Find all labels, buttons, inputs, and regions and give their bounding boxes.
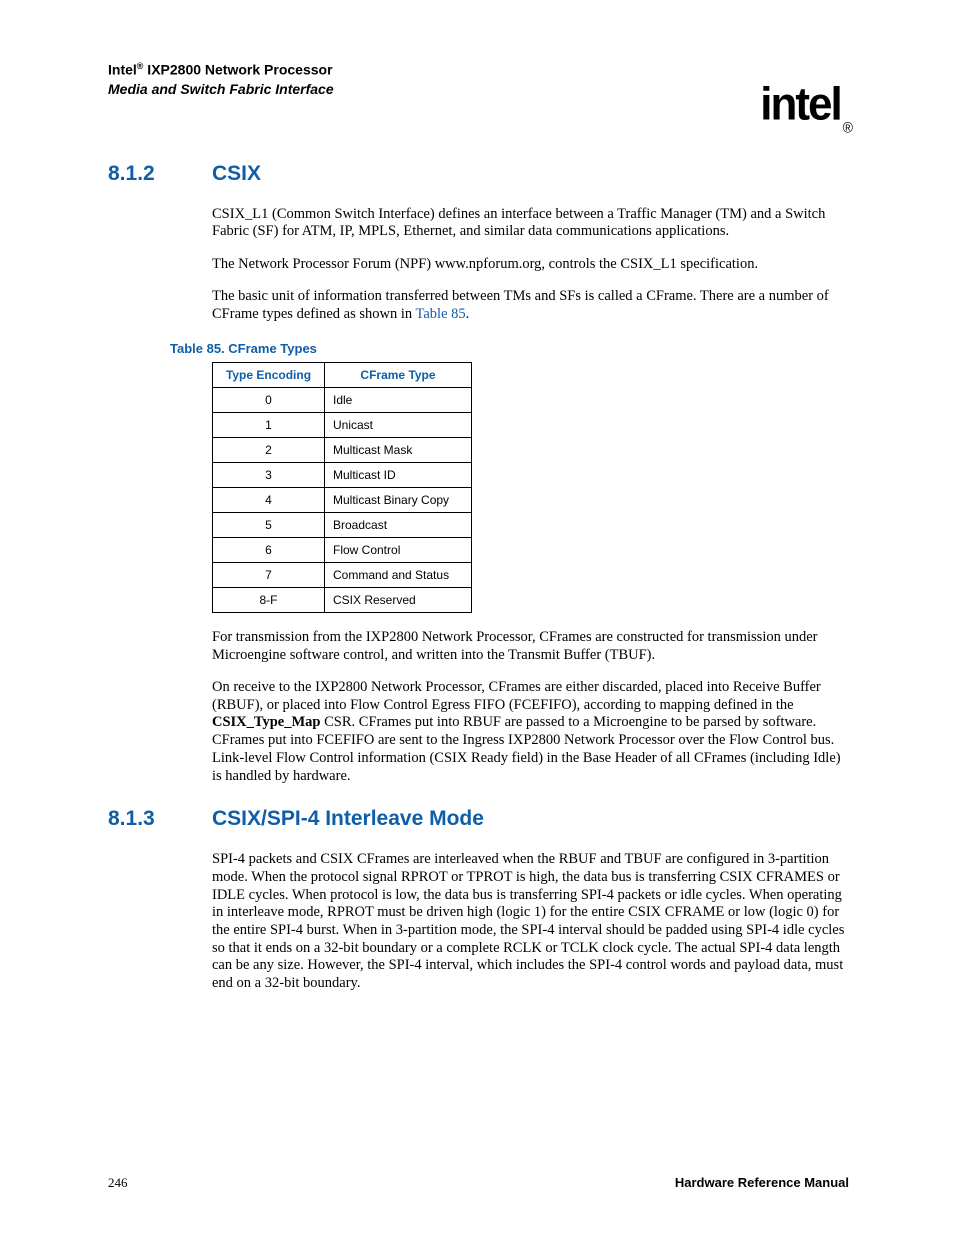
paragraph-text: . [466, 306, 470, 322]
section-heading: 8.1.2CSIX [108, 162, 849, 186]
table-row: 2Multicast Mask [213, 438, 472, 463]
table-cell: Multicast Mask [325, 438, 472, 463]
table-cell: 6 [213, 538, 325, 563]
paragraph: The basic unit of information transferre… [212, 288, 849, 323]
table-cell: Flow Control [325, 538, 472, 563]
table-row: 6Flow Control [213, 538, 472, 563]
table-cell: Broadcast [325, 513, 472, 538]
table-header-cell: Type Encoding [213, 363, 325, 388]
table-row: 1Unicast [213, 413, 472, 438]
table-cell: Multicast Binary Copy [325, 488, 472, 513]
page-footer: 246 Hardware Reference Manual [108, 1175, 849, 1191]
table-cell: 4 [213, 488, 325, 513]
header-text-block: Intel® IXP2800 Network Processor Media a… [108, 60, 334, 98]
page-number: 246 [108, 1175, 128, 1191]
document-page: Intel ® IXP2800 Network Processor Media a… [0, 0, 954, 1235]
section-title: CSIX [212, 162, 261, 185]
paragraph: For transmission from the IXP2800 Networ… [212, 629, 849, 664]
table-cell: 0 [213, 388, 325, 413]
paragraph: The Network Processor Forum (NPF) www.np… [212, 256, 849, 274]
logo-text: intel [760, 79, 840, 130]
table-cell: Multicast ID [325, 463, 472, 488]
paragraph: SPI-4 packets and CSIX CFrames are inter… [212, 851, 849, 993]
table-cell: 2 [213, 438, 325, 463]
csr-name: CSIX_Type_Map [212, 714, 321, 730]
paragraph-text: The basic unit of information transferre… [212, 288, 829, 322]
table-row: 7Command and Status [213, 563, 472, 588]
header-subtitle: Media and Switch Fabric Interface [108, 81, 334, 97]
page-header: Intel® IXP2800 Network Processor Media a… [108, 60, 849, 112]
table-cell: 7 [213, 563, 325, 588]
table-caption: Table 85. CFrame Types [170, 341, 849, 356]
table-cell: Idle [325, 388, 472, 413]
table-reference-link[interactable]: Table 85 [416, 306, 466, 322]
cframe-types-table: Type Encoding CFrame Type 0Idle 1Unicast… [212, 362, 472, 613]
table-cell: 1 [213, 413, 325, 438]
section-number: 8.1.2 [108, 162, 212, 186]
intel-logo: intel® [760, 79, 849, 133]
paragraph-text: On receive to the IXP2800 Network Proces… [212, 679, 821, 713]
table-cell: Unicast [325, 413, 472, 438]
table-row: 4Multicast Binary Copy [213, 488, 472, 513]
table-cell: 8-F [213, 588, 325, 613]
paragraph: CSIX_L1 (Common Switch Interface) define… [212, 206, 849, 241]
table-row: 8-FCSIX Reserved [213, 588, 472, 613]
table-row: 0Idle [213, 388, 472, 413]
table-row: 5Broadcast [213, 513, 472, 538]
section-8-1-2: 8.1.2CSIX CSIX_L1 (Common Switch Interfa… [108, 162, 849, 785]
section-title: CSIX/SPI-4 Interleave Mode [212, 807, 484, 830]
logo-registered: ® [843, 118, 851, 135]
table-row: 3Multicast ID [213, 463, 472, 488]
section-heading: 8.1.3CSIX/SPI-4 Interleave Mode [108, 807, 849, 831]
section-8-1-3: 8.1.3CSIX/SPI-4 Interleave Mode SPI-4 pa… [108, 807, 849, 993]
table-cell: 3 [213, 463, 325, 488]
table-cell: Command and Status [325, 563, 472, 588]
table-header-row: Type Encoding CFrame Type [213, 363, 472, 388]
table-header-cell: CFrame Type [325, 363, 472, 388]
table-cell: 5 [213, 513, 325, 538]
product-name: IXP2800 Network Processor [143, 62, 332, 78]
table-cell: CSIX Reserved [325, 588, 472, 613]
paragraph: On receive to the IXP2800 Network Proces… [212, 679, 849, 785]
section-number: 8.1.3 [108, 807, 212, 831]
brand-name: Intel [108, 62, 137, 78]
footer-doc-title: Hardware Reference Manual [675, 1175, 849, 1191]
